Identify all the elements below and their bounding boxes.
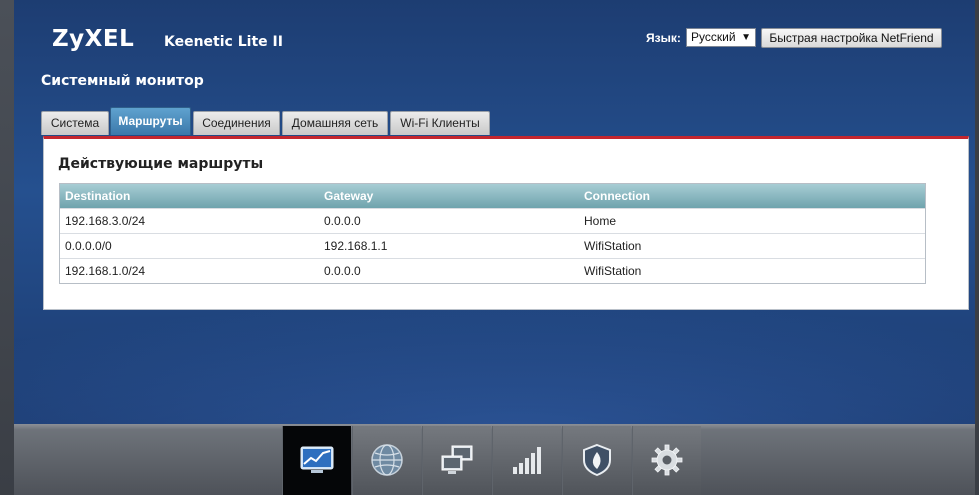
language-select[interactable]: Русский ▼ bbox=[686, 28, 756, 47]
monitor-chart-icon bbox=[300, 446, 334, 473]
dock-settings[interactable] bbox=[632, 426, 701, 495]
cell-gateway: 0.0.0.0 bbox=[324, 264, 361, 278]
table-row: 192.168.1.0/24 0.0.0.0 WifiStation bbox=[60, 258, 925, 283]
cell-gateway: 0.0.0.0 bbox=[324, 214, 361, 228]
table-row: 192.168.3.0/24 0.0.0.0 Home bbox=[60, 208, 925, 233]
page-title: Системный монитор bbox=[41, 73, 204, 89]
dock-wifi[interactable] bbox=[492, 426, 561, 495]
tab-home-network[interactable]: Домашняя сеть bbox=[282, 111, 388, 135]
column-header-gateway: Gateway bbox=[324, 189, 374, 203]
language-select-value: Русский bbox=[691, 30, 736, 44]
browser-frame: ZyXEL Keenetic Lite II Язык: Русский ▼ Б… bbox=[0, 0, 979, 495]
column-header-destination: Destination bbox=[65, 189, 131, 203]
gear-icon bbox=[651, 444, 683, 476]
signal-bars-icon bbox=[513, 447, 541, 474]
zyxel-logo: ZyXEL bbox=[52, 26, 135, 52]
section-title: Действующие маршруты bbox=[58, 156, 264, 172]
cell-connection: WifiStation bbox=[584, 264, 642, 278]
routes-table: Destination Gateway Connection 192.168.3… bbox=[59, 183, 926, 284]
bottom-dock bbox=[14, 424, 975, 495]
product-name: Keenetic Lite II bbox=[164, 34, 283, 50]
window-edge-left bbox=[0, 0, 14, 495]
globe-icon bbox=[371, 444, 403, 476]
table-row: 0.0.0.0/0 192.168.1.1 WifiStation bbox=[60, 233, 925, 258]
cell-destination: 192.168.1.0/24 bbox=[65, 264, 146, 278]
cell-connection: Home bbox=[584, 214, 617, 228]
table-header: Destination Gateway Connection bbox=[60, 184, 925, 208]
cell-destination: 192.168.3.0/24 bbox=[65, 214, 146, 228]
dock-home-network[interactable] bbox=[422, 426, 491, 495]
cell-gateway: 192.168.1.1 bbox=[324, 239, 388, 253]
language-label: Язык: bbox=[646, 31, 681, 45]
cell-connection: WifiStation bbox=[584, 239, 642, 253]
tab-wifi-clients[interactable]: Wi-Fi Клиенты bbox=[390, 111, 490, 135]
router-web-ui: ZyXEL Keenetic Lite II Язык: Русский ▼ Б… bbox=[14, 0, 975, 424]
computers-network-icon bbox=[441, 445, 473, 474]
caret-down-icon: ▼ bbox=[741, 32, 751, 43]
dock-system-monitor[interactable] bbox=[282, 426, 351, 495]
shield-icon bbox=[583, 443, 611, 477]
tab-routes[interactable]: Маршруты bbox=[110, 107, 191, 135]
tab-system[interactable]: Система bbox=[41, 111, 109, 135]
dock-security[interactable] bbox=[562, 426, 631, 495]
routes-panel: Действующие маршруты Destination Gateway… bbox=[43, 136, 969, 310]
dock-internet[interactable] bbox=[352, 426, 421, 495]
tab-connections[interactable]: Соединения bbox=[193, 111, 280, 135]
netfriend-button[interactable]: Быстрая настройка NetFriend bbox=[761, 28, 942, 48]
cell-destination: 0.0.0.0/0 bbox=[65, 239, 112, 253]
window-edge-right bbox=[975, 0, 979, 495]
column-header-connection: Connection bbox=[584, 189, 650, 203]
